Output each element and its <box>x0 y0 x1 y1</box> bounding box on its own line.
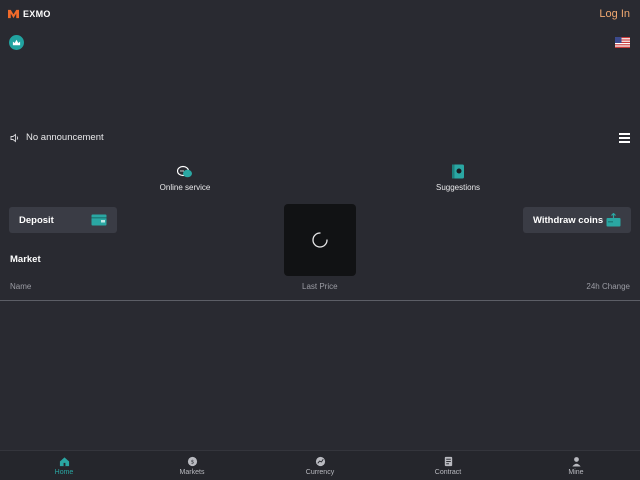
suggestions-link[interactable]: Suggestions <box>423 164 493 192</box>
exmo-logo-icon <box>8 9 19 19</box>
profile-icon[interactable] <box>9 35 24 50</box>
market-title: Market <box>10 254 41 265</box>
logo-text: EXMO <box>23 8 51 19</box>
withdraw-icon <box>606 213 621 227</box>
nav-mine-label: Mine <box>568 468 584 476</box>
nav-mine[interactable]: Mine <box>512 451 640 480</box>
suggestions-label: Suggestions <box>435 183 481 192</box>
nav-markets[interactable]: $ Markets <box>128 451 256 480</box>
nav-home[interactable]: Home <box>0 451 128 480</box>
online-service-link[interactable]: Online service <box>150 165 220 192</box>
nav-markets-label: Markets <box>179 468 205 476</box>
contract-icon <box>444 456 452 466</box>
menu-icon[interactable] <box>619 133 630 143</box>
speaker-icon <box>10 133 19 142</box>
column-header-name[interactable]: Name <box>10 282 31 291</box>
nav-home-label: Home <box>54 468 74 476</box>
crown-icon <box>12 39 21 46</box>
online-service-label: Online service <box>159 183 211 192</box>
spinner-icon <box>312 232 328 248</box>
withdraw-label: Withdraw coins <box>533 214 604 226</box>
currency-icon <box>315 456 325 466</box>
deposit-button[interactable]: Deposit <box>9 207 117 233</box>
us-flag-icon[interactable] <box>615 37 630 48</box>
nav-currency[interactable]: Currency <box>256 451 384 480</box>
deposit-label: Deposit <box>19 214 54 226</box>
login-link[interactable]: Log In <box>599 8 630 20</box>
announcement-bar: No announcement <box>10 132 104 143</box>
announcement-text: No announcement <box>26 132 104 143</box>
suggestion-book-icon <box>452 164 464 179</box>
chat-bubbles-icon <box>177 165 192 178</box>
markets-icon: $ <box>187 456 197 466</box>
exmo-logo[interactable]: EXMO <box>8 8 51 19</box>
svg-text:$: $ <box>190 459 194 465</box>
bottom-nav: Home $ Markets Currency Contract Mine <box>0 450 640 480</box>
loading-overlay <box>284 204 356 276</box>
market-divider <box>0 300 640 301</box>
nav-contract-label: Contract <box>434 468 462 476</box>
wallet-icon <box>91 214 107 226</box>
nav-currency-label: Currency <box>305 468 335 476</box>
withdraw-coins-button[interactable]: Withdraw coins <box>523 207 631 233</box>
home-icon <box>59 456 69 466</box>
user-icon <box>571 456 581 467</box>
column-header-last-price[interactable]: Last Price <box>302 282 338 291</box>
column-header-24h-change[interactable]: 24h Change <box>586 282 630 291</box>
nav-contract[interactable]: Contract <box>384 451 512 480</box>
